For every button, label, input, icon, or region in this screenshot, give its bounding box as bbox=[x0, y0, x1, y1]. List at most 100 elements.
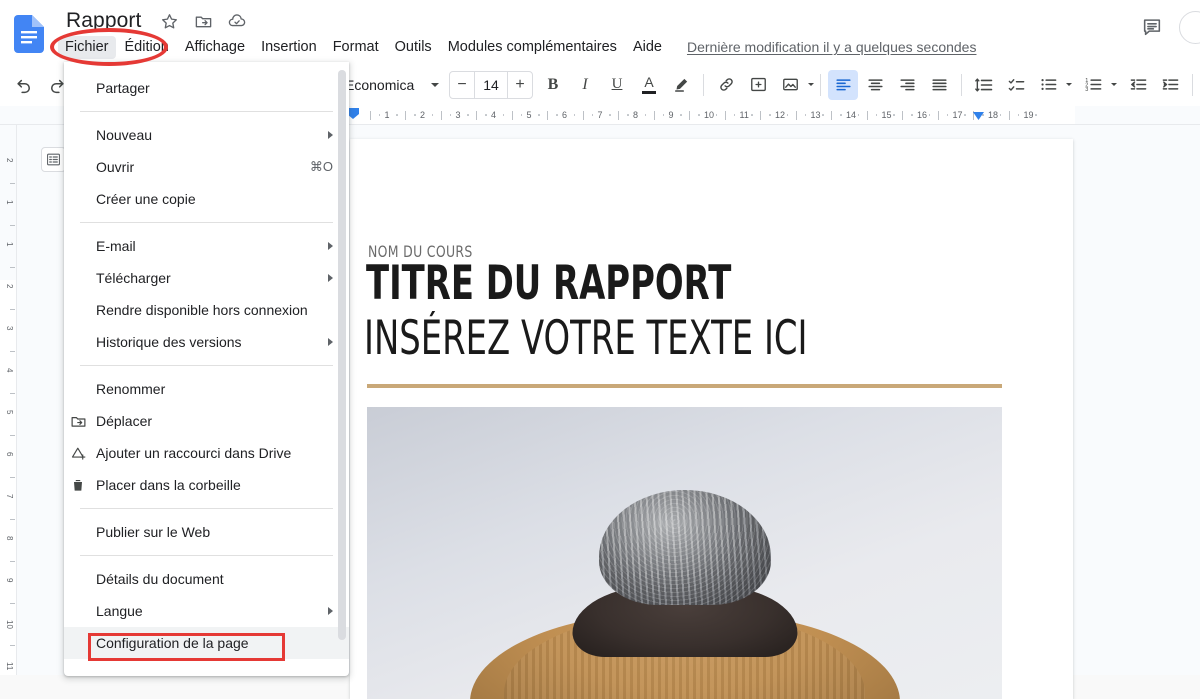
menu-item-historique-des-versions[interactable]: Historique des versions bbox=[64, 326, 349, 358]
ruler-tickmark bbox=[521, 114, 523, 116]
undo-icon[interactable] bbox=[9, 70, 39, 100]
ruler-tickmark bbox=[450, 114, 452, 116]
menu-top-padding bbox=[64, 62, 349, 72]
font-size-increase-button[interactable]: + bbox=[508, 72, 532, 98]
align-justify-icon[interactable] bbox=[924, 70, 954, 100]
menu-edition[interactable]: Édition bbox=[118, 36, 176, 59]
menu-item-ajouter-un-raccourci-dans-drive[interactable]: Ajouter un raccourci dans Drive bbox=[64, 437, 349, 469]
italic-button[interactable]: I bbox=[570, 70, 600, 100]
menu-item-t-l-charger[interactable]: Télécharger bbox=[64, 262, 349, 294]
menu-item-label: Historique des versions bbox=[96, 334, 312, 350]
add-comment-icon[interactable] bbox=[743, 70, 773, 100]
menu-format[interactable]: Format bbox=[326, 36, 386, 59]
bulleted-list-icon[interactable] bbox=[1033, 70, 1063, 100]
menu-item-langue[interactable]: Langue bbox=[64, 595, 349, 627]
align-left-icon[interactable] bbox=[828, 70, 858, 100]
align-center-icon[interactable] bbox=[860, 70, 890, 100]
ruler-tickmark bbox=[938, 111, 939, 120]
menu-scrollbar-thumb[interactable] bbox=[338, 70, 346, 640]
doc-photo[interactable] bbox=[367, 407, 1002, 699]
menu-item-d-placer[interactable]: Déplacer bbox=[64, 405, 349, 437]
menu-item-label: Ajouter un raccourci dans Drive bbox=[96, 445, 333, 461]
checklist-icon[interactable] bbox=[1001, 70, 1031, 100]
doc-heading[interactable]: TITRE DU RAPPORT bbox=[366, 256, 731, 311]
menu-item-e-mail[interactable]: E-mail bbox=[64, 230, 349, 262]
ruler-tickmark bbox=[769, 114, 771, 116]
cloud-saved-icon[interactable] bbox=[227, 11, 247, 31]
vruler-tick-label: 6 bbox=[5, 452, 14, 456]
document-outline-icon[interactable] bbox=[41, 147, 66, 172]
comment-history-icon[interactable] bbox=[1135, 10, 1169, 44]
trash-icon bbox=[68, 475, 88, 495]
align-right-icon[interactable] bbox=[892, 70, 922, 100]
move-to-folder-icon[interactable] bbox=[193, 11, 213, 31]
menu-modules-complementaires[interactable]: Modules complémentaires bbox=[441, 36, 624, 59]
numbered-list-icon[interactable]: 1 2 3 bbox=[1078, 70, 1108, 100]
menu-fichier[interactable]: Fichier bbox=[58, 36, 116, 59]
ruler-tickmark bbox=[734, 114, 736, 116]
menu-aide[interactable]: Aide bbox=[626, 36, 669, 59]
chevron-down-icon[interactable] bbox=[1066, 83, 1072, 86]
last-edit-link[interactable]: Dernière modification il y a quelques se… bbox=[687, 39, 977, 55]
font-size-input[interactable]: 14 bbox=[474, 72, 508, 98]
vertical-ruler[interactable]: 211234567891011 bbox=[0, 125, 17, 675]
chevron-down-icon[interactable] bbox=[808, 83, 814, 86]
ruler-tick-label: 18 bbox=[988, 110, 998, 120]
menu-separator bbox=[80, 365, 333, 366]
chevron-down-icon[interactable] bbox=[1111, 83, 1117, 86]
font-family-selector[interactable]: Economica bbox=[335, 71, 443, 99]
chevron-down-icon bbox=[431, 83, 439, 87]
decrease-indent-icon[interactable] bbox=[1123, 70, 1153, 100]
menu-item-label: Détails du document bbox=[96, 571, 333, 587]
vruler-tickmark bbox=[10, 351, 15, 352]
menu-outils[interactable]: Outils bbox=[388, 36, 439, 59]
ruler-tickmark bbox=[663, 114, 665, 116]
underline-label: U bbox=[612, 76, 623, 93]
menu-item-publier-sur-le-web[interactable]: Publier sur le Web bbox=[64, 516, 349, 548]
document-title-row: Rapport bbox=[62, 6, 247, 36]
document-title[interactable]: Rapport bbox=[62, 8, 145, 34]
font-size-decrease-button[interactable]: − bbox=[450, 72, 474, 98]
menu-scrollbar[interactable] bbox=[338, 70, 346, 640]
google-docs-icon[interactable] bbox=[14, 15, 44, 53]
doc-subheading[interactable]: INSÉREZ VOTRE TEXTE ICI bbox=[364, 311, 808, 366]
insert-link-icon[interactable] bbox=[711, 70, 741, 100]
menu-insertion[interactable]: Insertion bbox=[254, 36, 324, 59]
menu-item-configuration-de-la-page[interactable]: Configuration de la page bbox=[64, 627, 349, 659]
line-spacing-icon[interactable] bbox=[969, 70, 999, 100]
underline-button[interactable]: U bbox=[602, 70, 632, 100]
menu-item-rendre-disponible-hors-connexion[interactable]: Rendre disponible hors connexion bbox=[64, 294, 349, 326]
ruler-tick-label: 4 bbox=[491, 110, 496, 120]
ruler-tickmark bbox=[405, 111, 406, 120]
vruler-tick-label: 9 bbox=[5, 578, 14, 582]
file-menu-dropdown[interactable]: Partager NouveauOuvrir⌘OCréer une copie E-… bbox=[64, 62, 349, 676]
ruler-tick-label: 16 bbox=[917, 110, 927, 120]
font-family-value: Economica bbox=[345, 77, 423, 93]
svg-text:3: 3 bbox=[1085, 87, 1088, 93]
star-icon[interactable] bbox=[159, 11, 179, 31]
menu-affichage[interactable]: Affichage bbox=[178, 36, 252, 59]
insert-image-icon[interactable] bbox=[775, 70, 805, 100]
menu-item-cr-er-une-copie[interactable]: Créer une copie bbox=[64, 183, 349, 215]
ruler-tickmark bbox=[592, 114, 594, 116]
ruler-tick-label: 11 bbox=[740, 110, 749, 120]
increase-indent-icon[interactable] bbox=[1155, 70, 1185, 100]
vruler-tick-label: 7 bbox=[5, 494, 14, 498]
menu-item-ouvrir[interactable]: Ouvrir⌘O bbox=[64, 151, 349, 183]
menu-item-renommer[interactable]: Renommer bbox=[64, 373, 349, 405]
submenu-arrow-icon bbox=[328, 242, 333, 250]
vruler-tickmark bbox=[10, 561, 15, 562]
bold-button[interactable]: B bbox=[538, 70, 568, 100]
menu-item-partager[interactable]: Partager bbox=[64, 72, 349, 104]
text-color-button[interactable]: A bbox=[634, 70, 664, 100]
highlight-pen-icon[interactable] bbox=[666, 70, 696, 100]
move-to-folder-icon bbox=[68, 411, 88, 431]
menu-item-d-tails-du-document[interactable]: Détails du document bbox=[64, 563, 349, 595]
document-page[interactable]: NOM DU COURS TITRE DU RAPPORT INSÉREZ VO… bbox=[350, 139, 1073, 699]
font-size-stepper[interactable]: − 14 + bbox=[449, 71, 533, 99]
menu-item-label: Rendre disponible hors connexion bbox=[96, 302, 333, 318]
menu-item-placer-dans-la-corbeille[interactable]: Placer dans la corbeille bbox=[64, 469, 349, 501]
user-avatar[interactable] bbox=[1179, 11, 1200, 44]
menu-item-nouveau[interactable]: Nouveau bbox=[64, 119, 349, 151]
google-docs-app: Rapport bbox=[0, 0, 1200, 675]
